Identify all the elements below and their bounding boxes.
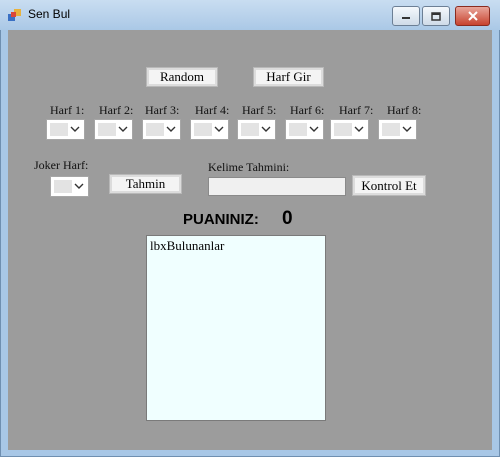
- maximize-button[interactable]: [422, 6, 450, 26]
- combo-value: [146, 123, 164, 136]
- harf-gir-button[interactable]: Harf Gir: [253, 67, 324, 87]
- combo-value: [241, 123, 259, 136]
- listbox-placeholder-text: lbxBulunanlar: [150, 238, 225, 253]
- combo-value: [194, 123, 212, 136]
- chevron-down-icon: [402, 126, 412, 132]
- joker-combobox[interactable]: [50, 176, 89, 197]
- harf-combobox-8[interactable]: [378, 119, 417, 140]
- combo-value: [98, 123, 116, 136]
- chevron-down-icon: [74, 183, 84, 189]
- harf-label-4: Harf 4:: [195, 103, 230, 117]
- harf-combobox-5[interactable]: [237, 119, 276, 140]
- harf-combobox-7[interactable]: [330, 119, 369, 140]
- kelime-input[interactable]: [208, 177, 346, 196]
- combo-value: [334, 123, 352, 136]
- harf-label-1: Harf 1:: [50, 103, 85, 117]
- minimize-button[interactable]: [392, 6, 420, 26]
- tahmin-button[interactable]: Tahmin: [109, 174, 182, 194]
- joker-label: Joker Harf:: [34, 158, 89, 172]
- combo-value: [382, 123, 400, 136]
- harf-combobox-4[interactable]: [190, 119, 229, 140]
- chevron-down-icon: [118, 126, 128, 132]
- chevron-down-icon: [261, 126, 271, 132]
- harf-label-7: Harf 7:: [339, 103, 374, 117]
- close-icon: [467, 11, 478, 21]
- score-label: PUANINIZ:: [183, 211, 259, 228]
- kontrol-et-button[interactable]: Kontrol Et: [352, 175, 426, 196]
- maximize-icon: [431, 11, 441, 21]
- app-icon: [8, 9, 21, 21]
- close-button[interactable]: [455, 6, 490, 26]
- kelime-label: Kelime Tahmini:: [208, 160, 290, 174]
- harf-label-6: Harf 6:: [290, 103, 325, 117]
- combo-value: [54, 180, 72, 193]
- harf-combobox-1[interactable]: [46, 119, 85, 140]
- found-words-listbox[interactable]: lbxBulunanlar: [146, 235, 326, 421]
- harf-combobox-3[interactable]: [142, 119, 181, 140]
- harf-combobox-6[interactable]: [285, 119, 324, 140]
- chevron-down-icon: [214, 126, 224, 132]
- chevron-down-icon: [166, 126, 176, 132]
- harf-label-2: Harf 2:: [99, 103, 134, 117]
- random-button[interactable]: Random: [146, 67, 218, 87]
- combo-value: [289, 123, 307, 136]
- chevron-down-icon: [309, 126, 319, 132]
- harf-label-5: Harf 5:: [242, 103, 277, 117]
- chevron-down-icon: [70, 126, 80, 132]
- chevron-down-icon: [354, 126, 364, 132]
- harf-label-3: Harf 3:: [145, 103, 180, 117]
- harf-label-8: Harf 8:: [387, 103, 422, 117]
- score-value: 0: [282, 208, 293, 229]
- harf-combobox-2[interactable]: [94, 119, 133, 140]
- window-title: Sen Bul: [28, 7, 71, 21]
- combo-value: [50, 123, 68, 136]
- minimize-icon: [402, 17, 410, 19]
